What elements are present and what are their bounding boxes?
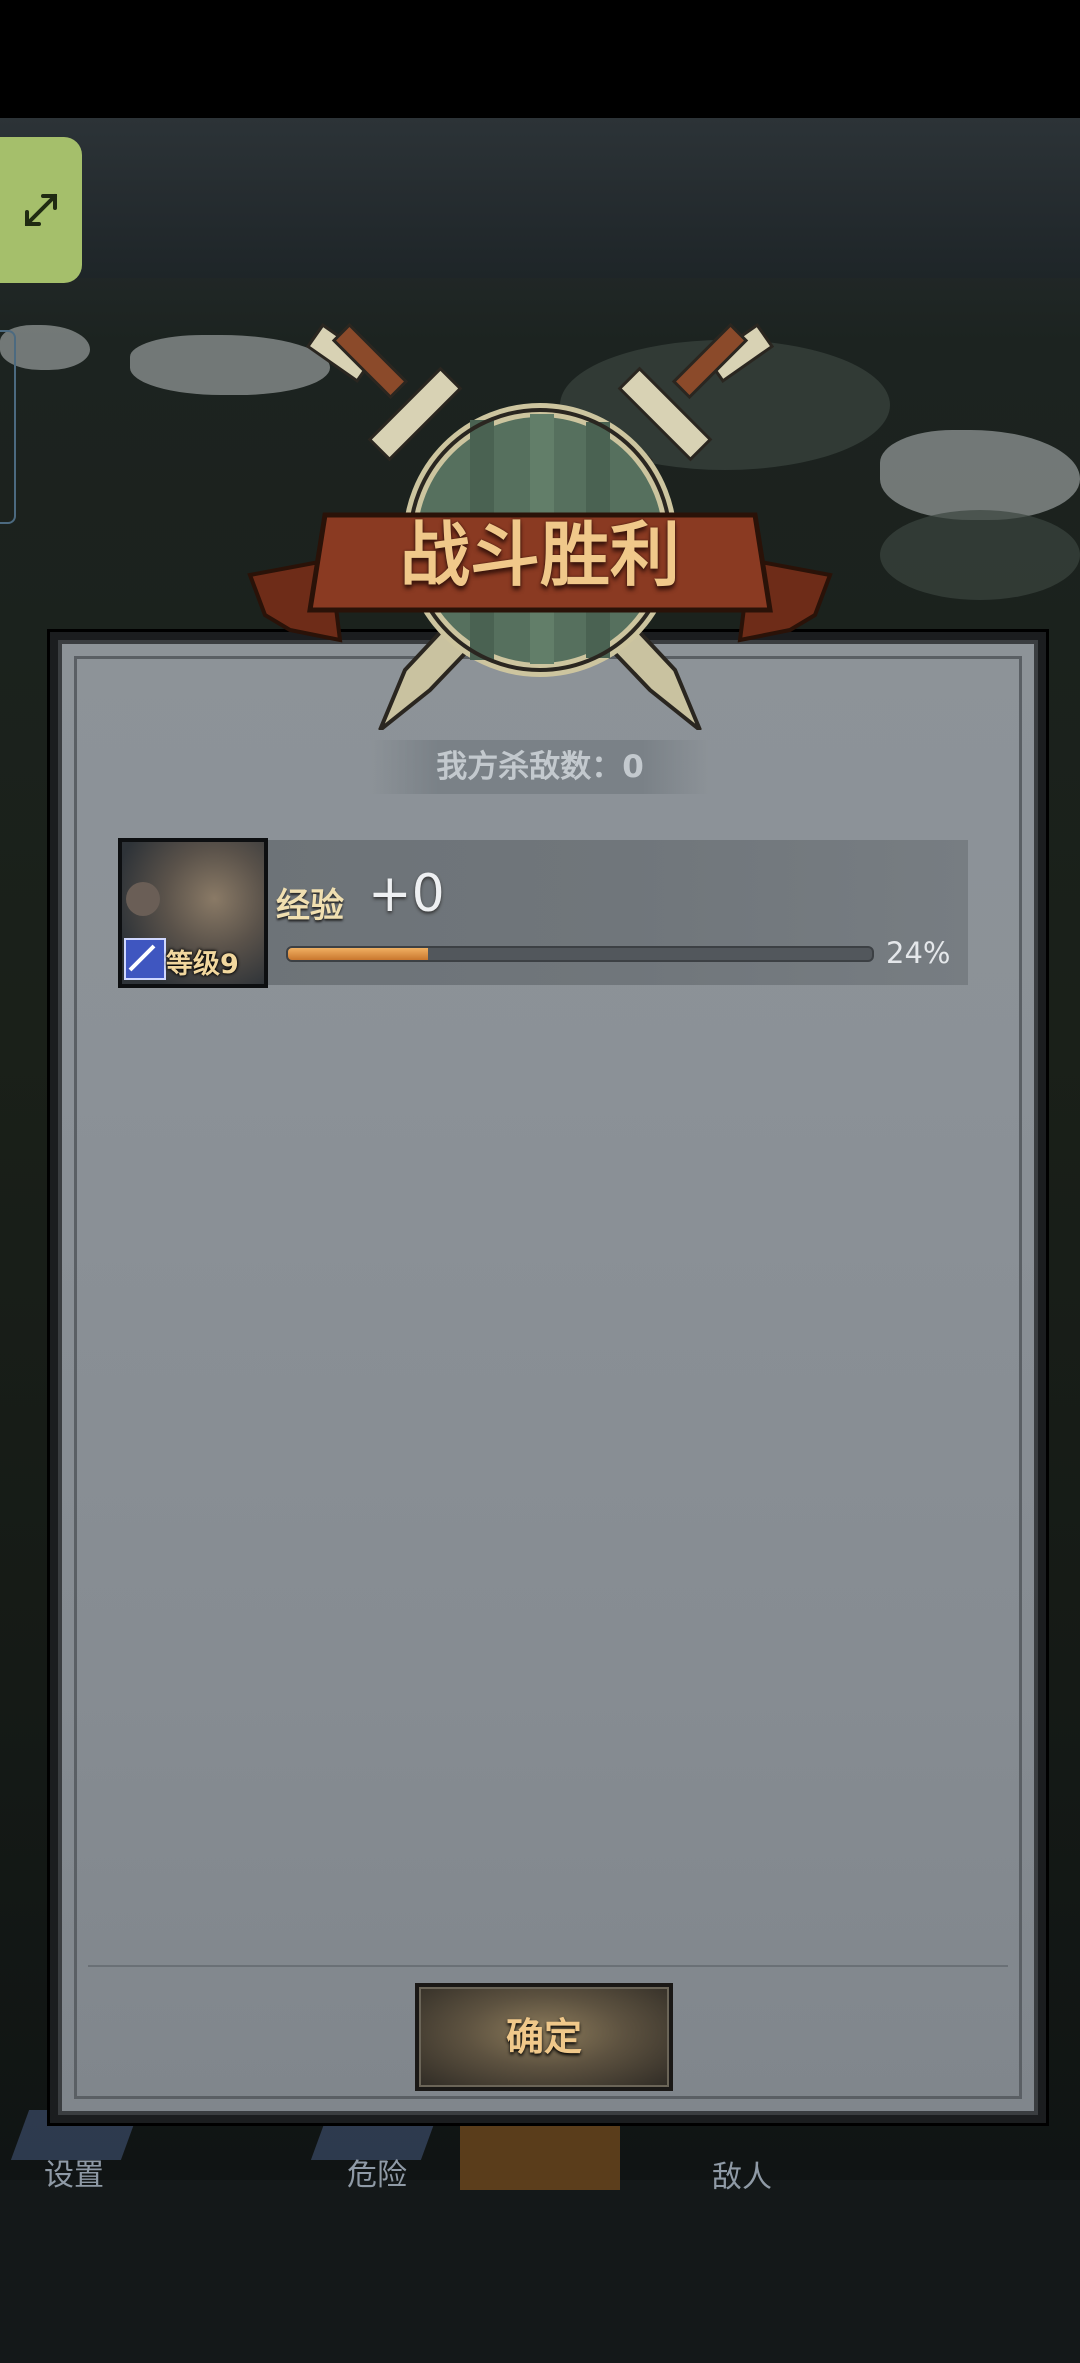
expand-button[interactable]	[0, 137, 82, 283]
kill-count: 我方杀敌数：0	[370, 740, 710, 794]
victory-title: 战斗胜利	[400, 514, 680, 596]
exp-label: 经验	[276, 886, 344, 926]
game-top-strip	[0, 118, 1080, 278]
hero-portrait[interactable]: 等级9	[118, 838, 268, 988]
nav-item-danger[interactable]: 危险	[347, 2150, 407, 2194]
exp-percent: 24%	[886, 936, 951, 970]
hero-level: 等级9	[166, 949, 239, 980]
exp-gain: +0	[368, 864, 445, 924]
status-bar	[0, 0, 1080, 118]
side-tab[interactable]	[0, 330, 16, 524]
dialog-seam	[88, 1965, 1008, 1967]
nav-item-settings[interactable]: 设置	[44, 2150, 104, 2194]
exp-progress-fill	[288, 948, 429, 960]
grass-bush	[880, 510, 1080, 600]
exp-progress-bar	[286, 946, 874, 962]
nav-hint-text: 敌人	[712, 2160, 772, 2195]
confirm-button[interactable]: 确定	[415, 1983, 673, 2091]
helmet-icon	[126, 882, 160, 916]
sword-icon	[124, 938, 166, 980]
expand-icon	[25, 194, 57, 226]
bottom-area	[0, 2180, 1080, 2363]
